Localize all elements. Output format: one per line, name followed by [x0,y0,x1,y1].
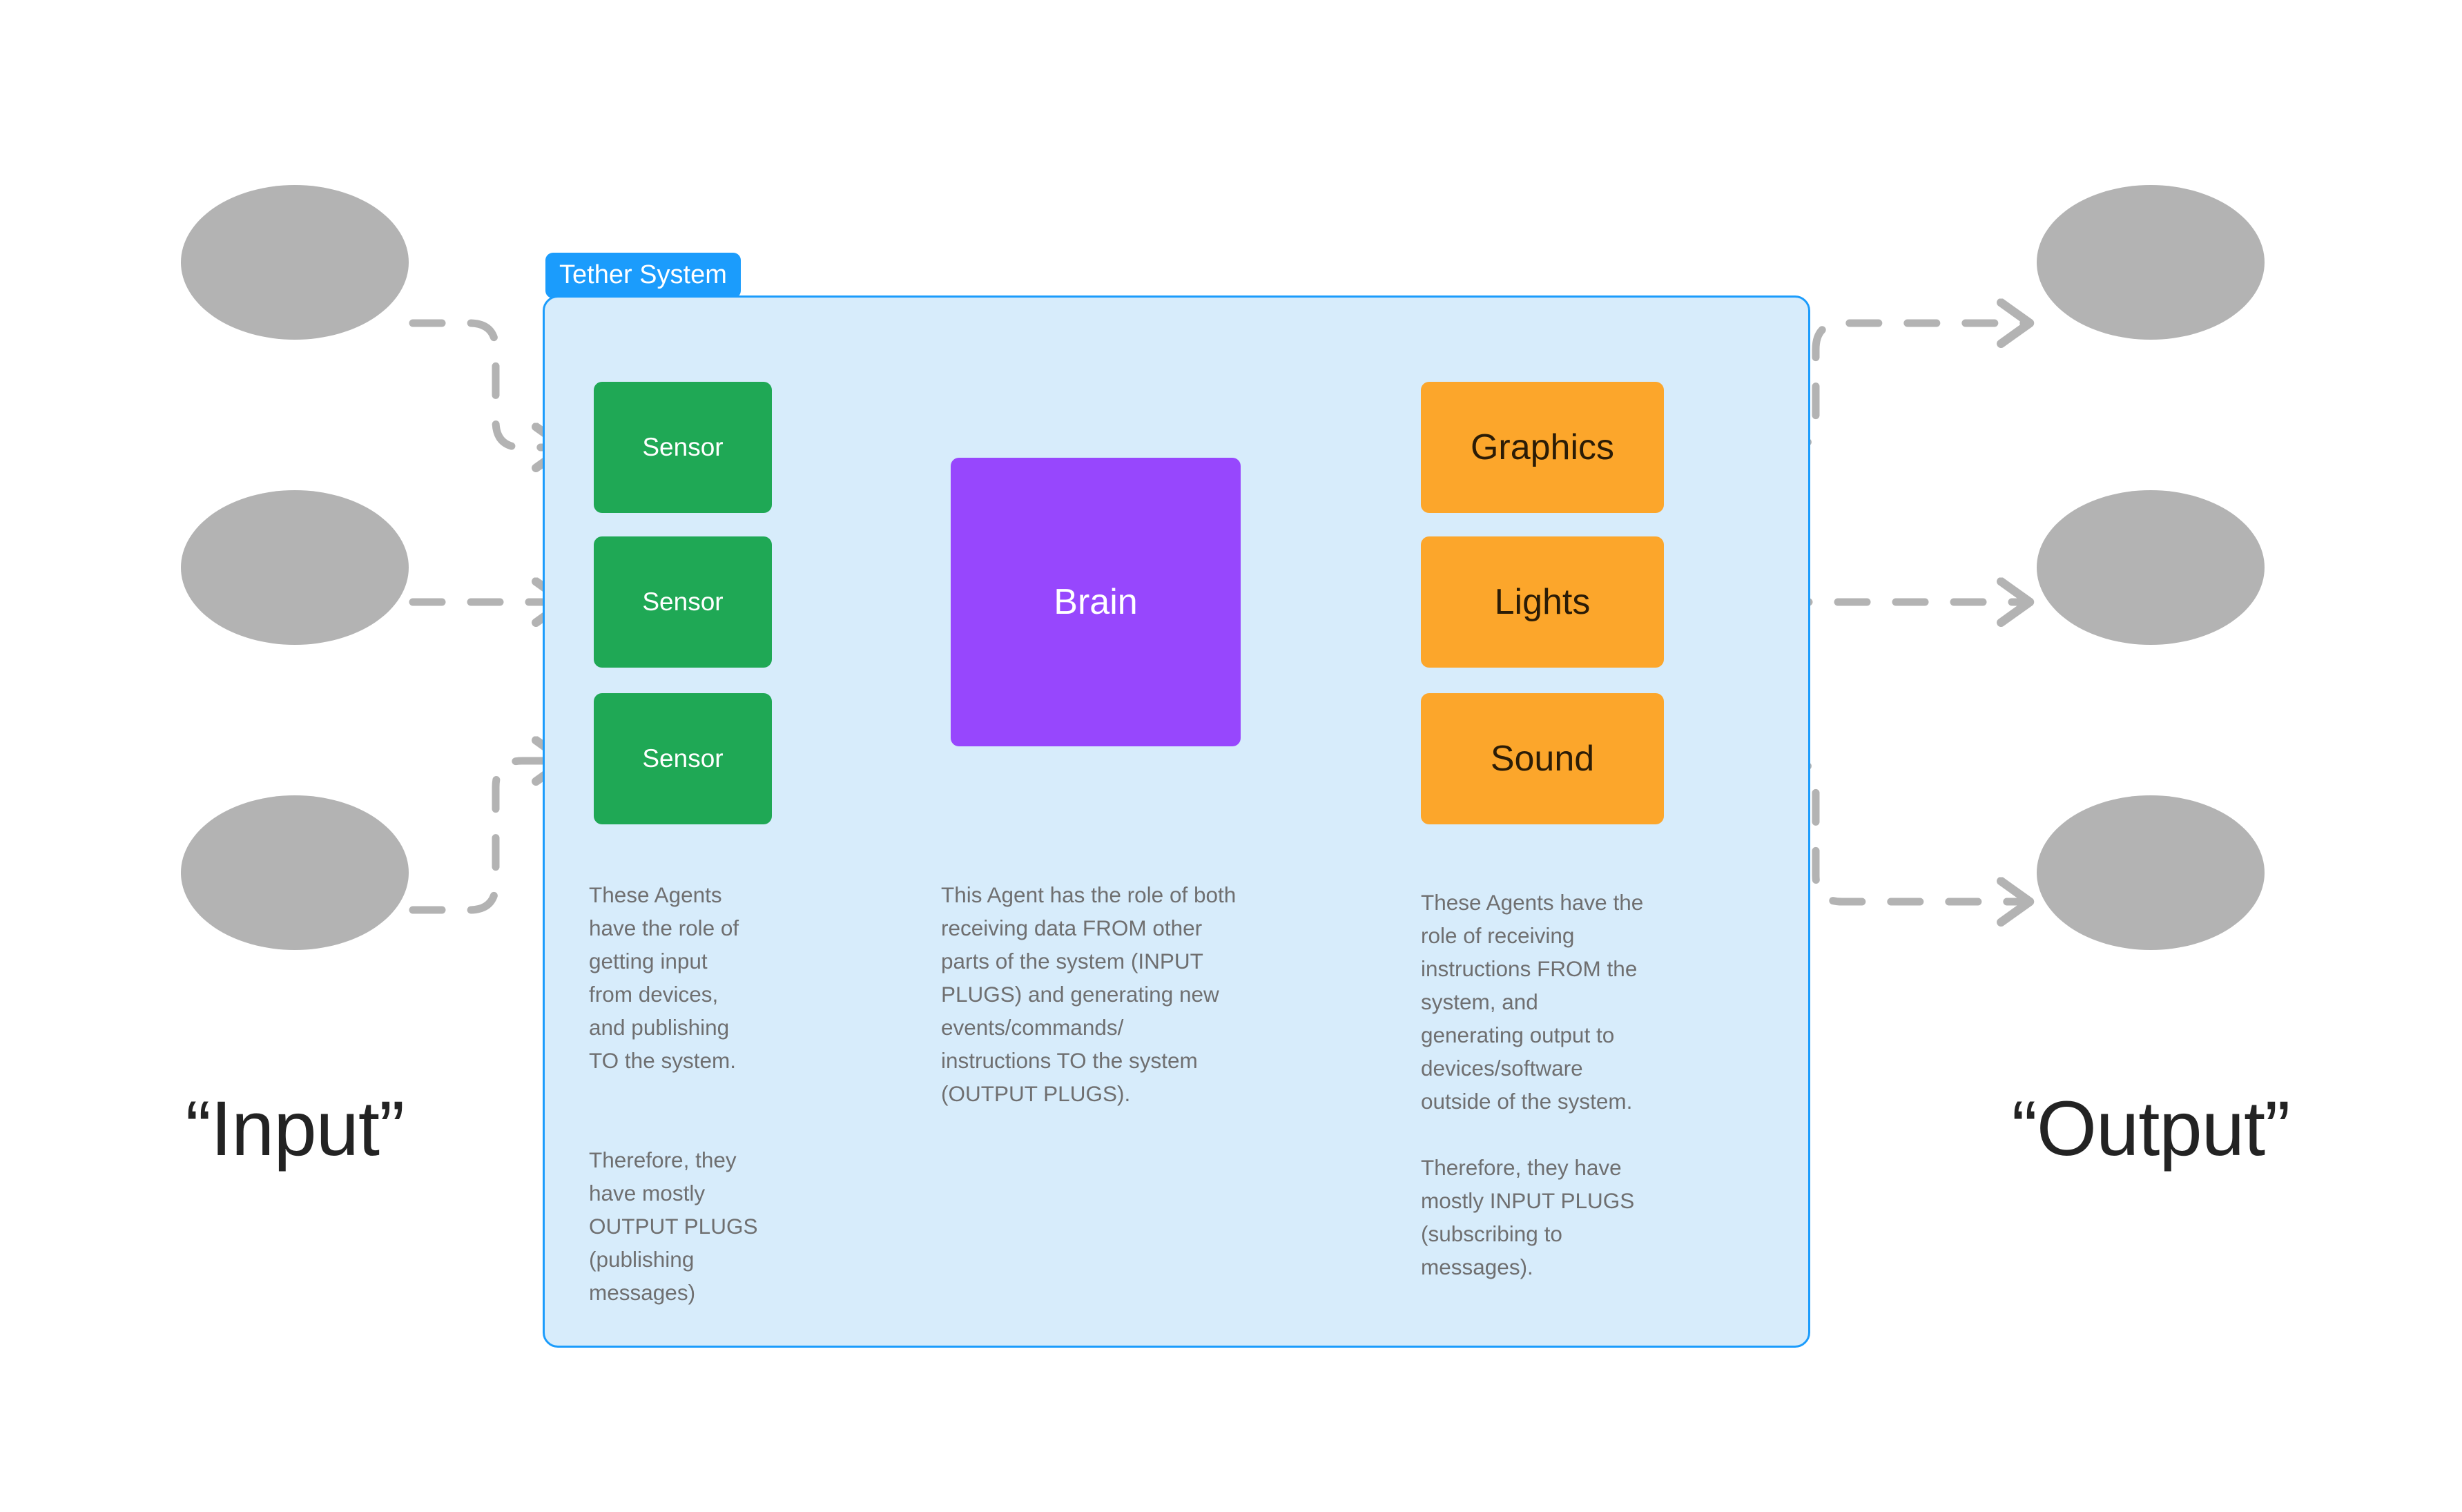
node-sensor-2-label: Sensor [642,588,724,616]
node-sensor-3-label: Sensor [642,744,724,773]
node-sensor-3[interactable]: Sensor [594,693,772,824]
output-device-circle-3 [2037,795,2265,950]
diagram-canvas: “Input” “Output” Tether System Sensor Se… [0,0,2462,1512]
node-brain[interactable]: Brain [951,458,1241,746]
output-side-label: “Output” [2011,1085,2291,1172]
input-device-circle-1 [181,185,409,340]
description-outputs: These Agents have the role of receiving … [1421,890,1644,1279]
input-side-label: “Input” [185,1085,405,1172]
node-sensor-2[interactable]: Sensor [594,536,772,668]
node-graphics-label: Graphics [1470,427,1615,467]
description-brain: This Agent has the role of both receivin… [941,882,1237,1106]
node-graphics[interactable]: Graphics [1421,382,1664,513]
node-sound[interactable]: Sound [1421,693,1664,824]
description-sensors: These Agents have the role of getting in… [589,882,758,1305]
node-brain-label: Brain [1054,582,1138,622]
system-badge: Tether System [545,253,741,298]
node-sound-label: Sound [1490,739,1595,779]
node-lights-label: Lights [1494,582,1591,622]
input-device-circle-3 [181,795,409,950]
node-sensor-1-label: Sensor [642,433,724,461]
input-device-circle-2 [181,490,409,645]
node-lights[interactable]: Lights [1421,536,1664,668]
output-device-circle-1 [2037,185,2265,340]
edge-input-1-to-sensor-1 [409,319,565,447]
edge-input-3-to-sensor-3 [409,761,565,914]
node-sensor-1[interactable]: Sensor [594,382,772,513]
output-device-circle-2 [2037,490,2265,645]
